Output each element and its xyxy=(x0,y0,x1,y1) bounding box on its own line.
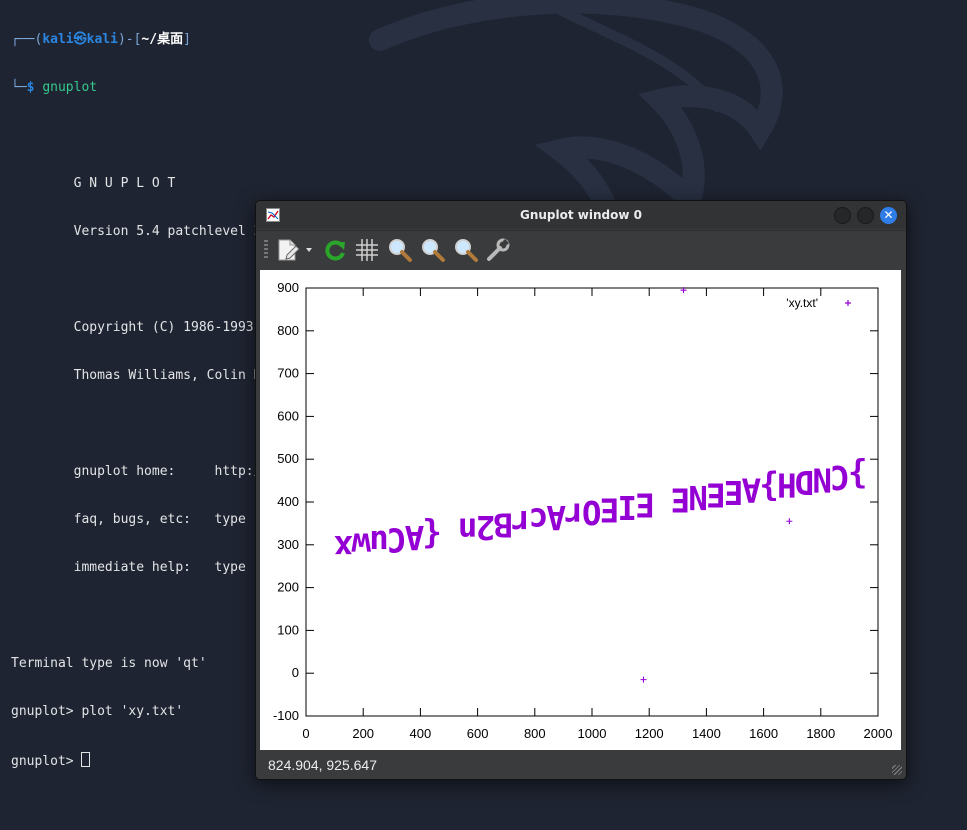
x-tick-label: 1600 xyxy=(749,726,778,741)
point-glyph: A xyxy=(404,518,424,556)
autoscale-button[interactable] xyxy=(453,237,479,263)
command-line: └─$ gnuplot xyxy=(11,80,951,96)
point-glyph: c xyxy=(529,500,549,538)
point-glyph: E xyxy=(706,475,726,513)
prompt-corner: └─ xyxy=(11,80,27,95)
window-title: Gnuplot window 0 xyxy=(520,208,642,222)
point-glyph: A xyxy=(741,470,761,508)
x-tick-label: 800 xyxy=(524,726,546,741)
data-point xyxy=(640,676,647,683)
toolbar-grip[interactable] xyxy=(264,240,268,260)
settings-icon xyxy=(487,238,510,261)
legend-marker xyxy=(845,300,851,306)
x-tick-label: 1200 xyxy=(635,726,664,741)
prompt-close: ] xyxy=(183,32,191,47)
toolbar xyxy=(256,230,906,269)
banner-line xyxy=(11,128,951,144)
y-tick-label: 700 xyxy=(277,366,299,381)
point-glyph: { xyxy=(422,515,442,553)
x-tick-label: 1400 xyxy=(692,726,721,741)
point-glyph: w xyxy=(351,525,371,563)
zoom-next-button[interactable] xyxy=(420,237,446,263)
y-tick-label: 500 xyxy=(277,451,299,466)
x-tick-label: 200 xyxy=(352,726,374,741)
point-glyph: n xyxy=(458,510,478,548)
settings-button[interactable] xyxy=(485,237,511,263)
zoom-prev-icon xyxy=(389,239,412,262)
banner-line: G N U P L O T xyxy=(11,176,176,191)
point-glyph: N xyxy=(812,460,832,498)
y-tick-label: 100 xyxy=(277,622,299,637)
zoom-prev-button[interactable] xyxy=(387,237,413,263)
autoscale-icon xyxy=(455,239,478,262)
gnuplot-window[interactable]: Gnuplot window 0 ✕ -100 0 100 200 300 40… xyxy=(255,200,907,780)
scatter-plot[interactable]: -10001002003004005006007008009000 200 400 6… xyxy=(260,270,901,750)
point-glyph: } xyxy=(848,455,868,493)
point-glyph: H xyxy=(777,465,797,503)
replot-button[interactable] xyxy=(322,237,348,263)
prompt-path: ~/桌面 xyxy=(141,32,184,47)
typed-command: gnuplot xyxy=(42,80,98,95)
point-glyph: I xyxy=(617,488,637,526)
maximize-button[interactable] xyxy=(857,207,874,224)
replot-icon xyxy=(325,240,345,261)
point-glyph: } xyxy=(759,468,779,506)
text-cursor xyxy=(81,752,91,767)
x-tick-label: 2000 xyxy=(864,726,893,741)
point-glyph: C xyxy=(387,520,407,558)
y-tick-label: 800 xyxy=(277,323,299,338)
point-glyph: C xyxy=(830,458,850,496)
point-glyph: O xyxy=(582,493,602,531)
point-glyph: 2 xyxy=(476,508,496,546)
zoom-next-icon xyxy=(422,239,445,262)
prompt-mid: )-[ xyxy=(117,32,142,47)
prompt-dollar: $ xyxy=(26,80,35,95)
point-glyph: u xyxy=(369,523,389,561)
y-tick-label: 300 xyxy=(277,537,299,552)
text-shaped-point-cloud: xwuCA{ n2BrcArOEIE ENEEA}HDNC} xyxy=(334,455,868,565)
point-glyph: A xyxy=(546,498,566,536)
x-tick-label: 600 xyxy=(467,726,489,741)
point-glyph: E xyxy=(635,485,655,523)
export-button[interactable] xyxy=(274,237,316,263)
minimize-button[interactable] xyxy=(834,207,851,224)
point-glyph: B xyxy=(493,505,513,543)
x-tick-label: 0 xyxy=(302,726,309,741)
grid-button[interactable] xyxy=(354,237,380,263)
plot-canvas[interactable]: -100 0 100 200 300 400 500 600 700 800 900 0 200 400 6… xyxy=(260,270,901,750)
y-tick-label: -100 xyxy=(273,708,299,723)
x-tick-label: 1000 xyxy=(578,726,607,741)
prompt-open: ┌──( xyxy=(11,32,43,47)
point-glyph: D xyxy=(795,463,815,501)
y-tick-label: 600 xyxy=(277,408,299,423)
grid-icon xyxy=(356,239,378,261)
point-glyph: r xyxy=(511,503,531,541)
y-tick-label: 400 xyxy=(277,494,299,509)
y-tick-label: 0 xyxy=(292,665,299,680)
point-glyph: E xyxy=(724,473,744,511)
close-icon: ✕ xyxy=(883,208,894,222)
title-bar[interactable]: Gnuplot window 0 ✕ xyxy=(256,201,906,229)
prompt-line: ┌──(kali㉿kali)-[~/桌面] xyxy=(11,32,951,48)
data-point xyxy=(786,518,793,525)
point-glyph: E xyxy=(671,480,691,518)
point-glyph: r xyxy=(564,495,584,533)
point-glyph: E xyxy=(600,490,620,528)
prompt-user: kali㉿kali xyxy=(42,32,118,47)
x-tick-label: 400 xyxy=(410,726,432,741)
point-glyph: x xyxy=(334,528,354,566)
legend-label: 'xy.txt' xyxy=(786,296,818,310)
close-button[interactable]: ✕ xyxy=(880,207,897,224)
x-tick-label: 1800 xyxy=(806,726,835,741)
resize-grip[interactable] xyxy=(892,765,902,775)
cursor-coordinates: 824.904, 925.647 xyxy=(268,757,377,773)
export-icon xyxy=(278,239,312,261)
y-tick-label: 900 xyxy=(277,280,299,295)
y-tick-label: 200 xyxy=(277,580,299,595)
point-glyph: N xyxy=(688,478,708,516)
gnuplot-prompt: gnuplot> xyxy=(11,754,82,769)
